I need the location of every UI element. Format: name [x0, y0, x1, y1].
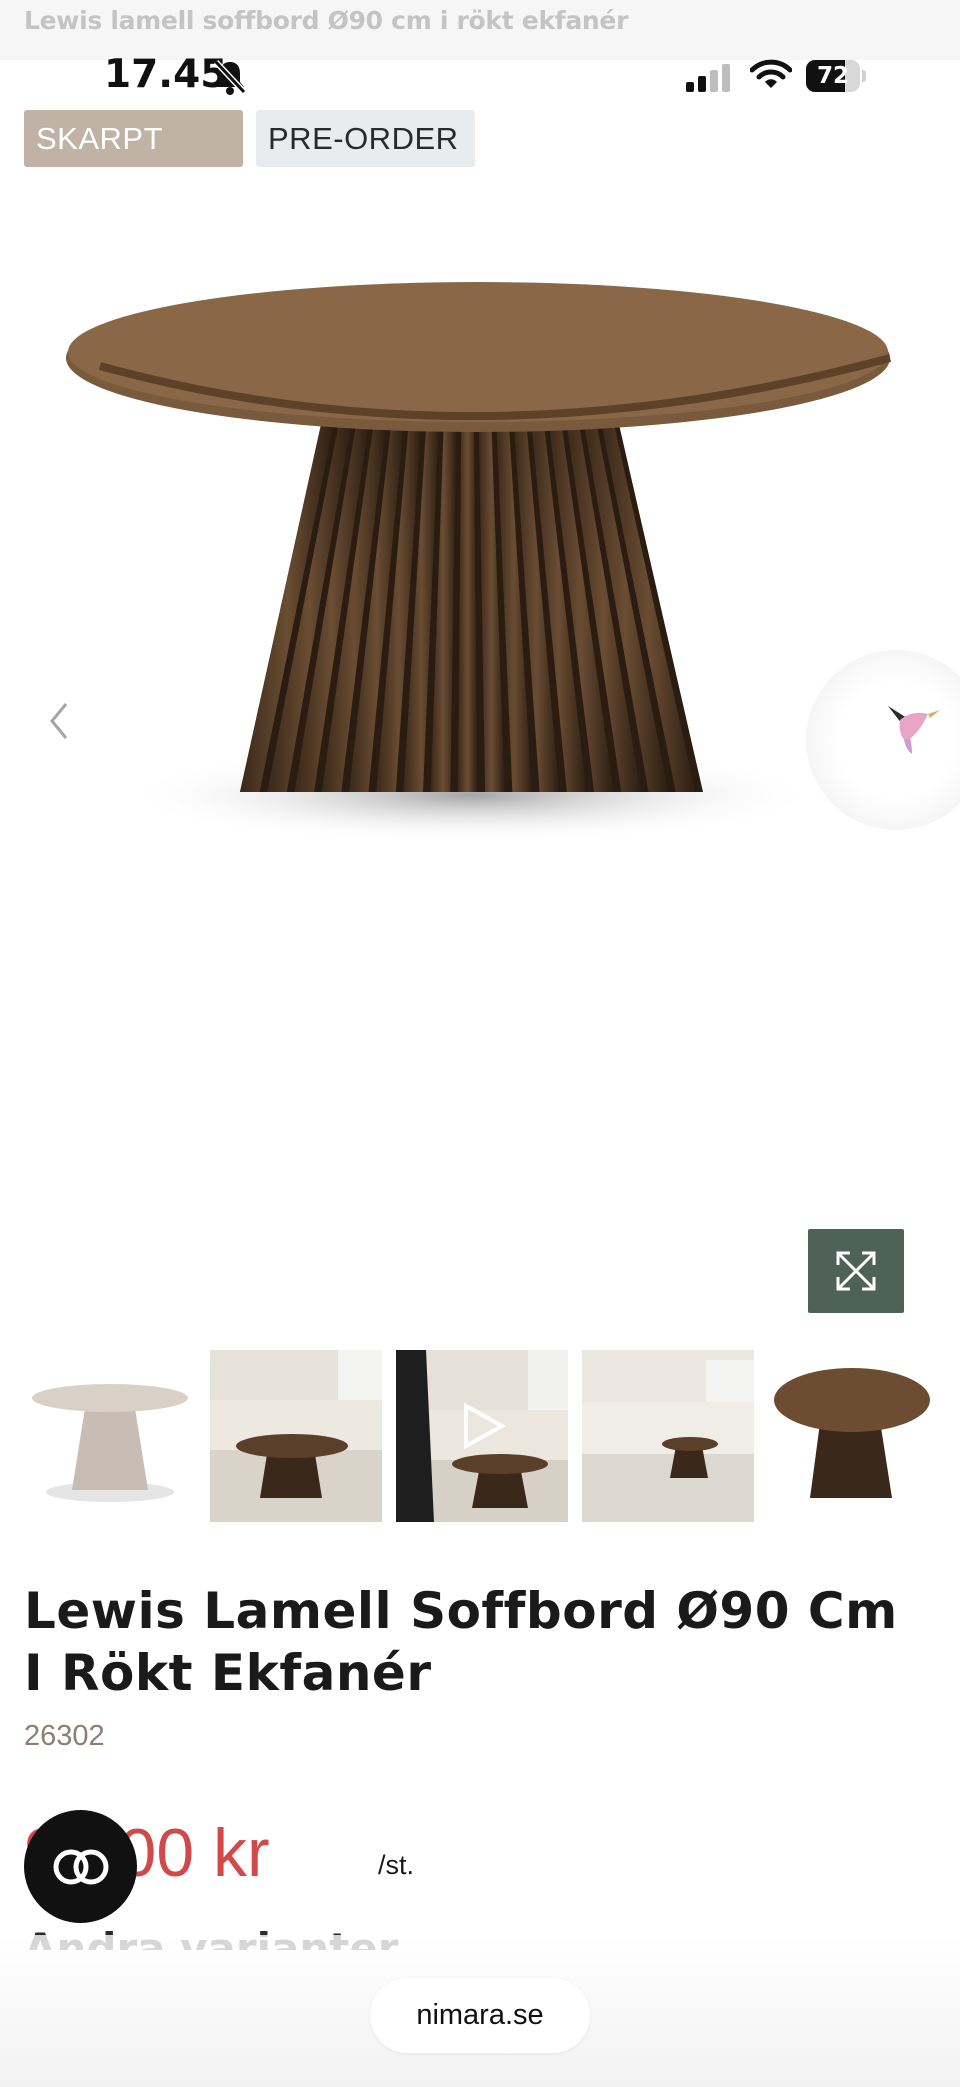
- bell-slash-icon: [213, 59, 247, 95]
- status-time: 17.45: [104, 52, 228, 97]
- play-icon[interactable]: [458, 1402, 506, 1450]
- price-unit: /st.: [378, 1850, 415, 1880]
- preorder-badge: PRE-ORDER: [256, 110, 475, 167]
- thumbnail-3-video[interactable]: [396, 1350, 568, 1522]
- thumbnail-4[interactable]: [582, 1350, 754, 1522]
- page-header-title: Lewis lamell soffbord Ø90 cm i rökt ekfa…: [24, 6, 629, 35]
- battery-level-text: 72: [816, 63, 849, 89]
- expand-gallery-button[interactable]: [808, 1229, 904, 1313]
- browser-url-bar[interactable]: nimara.se: [370, 1978, 590, 2053]
- accessibility-icon: [53, 1849, 109, 1885]
- thumbnail-5[interactable]: [768, 1350, 940, 1522]
- battery-icon: 72: [806, 60, 866, 92]
- page-header: Lewis lamell soffbord Ø90 cm i rökt ekfa…: [0, 0, 960, 60]
- product-sku: 26302: [24, 1720, 105, 1752]
- product-title: Lewis Lamell Soffbord Ø90 Cm I Rökt Ekfa…: [24, 1582, 898, 1702]
- thumbnail-1[interactable]: [24, 1350, 196, 1522]
- signal-icon: [686, 64, 730, 92]
- thumbnail-2[interactable]: [210, 1350, 382, 1522]
- expand-icon: [836, 1251, 876, 1291]
- chat-bird-icon[interactable]: [882, 696, 942, 756]
- price-badge: SKARPT PRIS: [24, 110, 243, 213]
- product-image[interactable]: [60, 270, 900, 850]
- wifi-icon: [750, 59, 792, 88]
- accessibility-button[interactable]: [24, 1810, 137, 1923]
- chevron-left-icon[interactable]: [40, 696, 80, 746]
